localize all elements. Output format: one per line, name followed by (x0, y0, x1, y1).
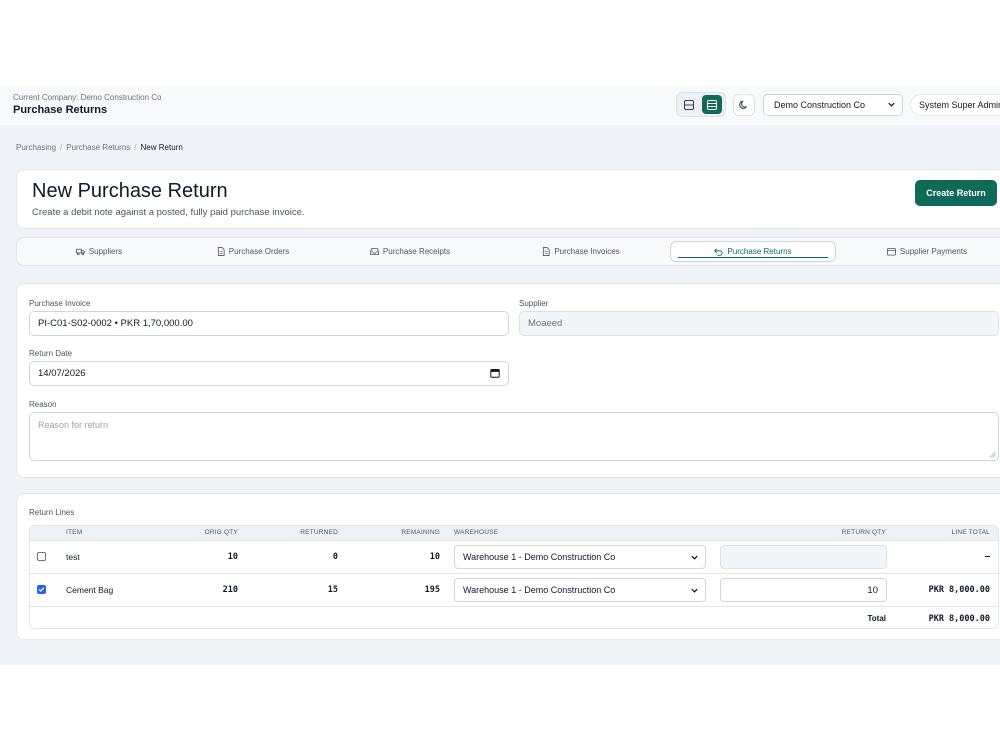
purchase-invoice-select[interactable]: PI-C01-S02-0002 • PKR 1,70,000.00 (29, 311, 509, 336)
tab-purchase-receipts[interactable]: Purchase Receipts (333, 241, 487, 262)
layout-list-icon[interactable] (702, 95, 722, 114)
return-details-card: Purchase Invoice PI-C01-S02-0002 • PKR 1… (16, 283, 1000, 478)
wallet-icon (886, 247, 896, 256)
document-icon (217, 247, 225, 256)
checkmark-icon (38, 587, 45, 593)
user-name: System Super Admin (919, 100, 1000, 110)
undo-icon (714, 248, 724, 256)
top-bar: Current Company: Demo Construction Co Pu… (0, 85, 1000, 125)
line-total: PKR 8,000.00 (928, 585, 990, 595)
line-total: — (984, 552, 990, 562)
calendar-icon[interactable] (490, 368, 500, 378)
return-qty-input[interactable] (720, 545, 887, 569)
view-toggle (676, 92, 726, 117)
company-select-value: Demo Construction Co (774, 100, 866, 110)
document-icon (543, 247, 550, 256)
tab-suppliers[interactable]: Suppliers (29, 241, 169, 262)
section-title: Purchase Returns (13, 104, 108, 116)
user-menu[interactable]: System Super Admin (910, 94, 1000, 116)
tab-label: Purchase Receipts (382, 247, 451, 256)
resize-grip-icon[interactable] (989, 451, 996, 458)
warehouse-value: Warehouse 1 - Demo Construction Co (463, 552, 616, 562)
tab-purchase-orders[interactable]: Purchase Orders (173, 241, 333, 262)
layout-rows-icon[interactable] (679, 95, 699, 114)
total-value: PKR 8,000.00 (928, 614, 990, 624)
total-row: Total PKR 8,000.00 (30, 607, 998, 628)
total-label: Total (867, 614, 886, 623)
return-lines-title: Return Lines (29, 508, 75, 517)
return-date-label: Return Date (29, 349, 73, 358)
remaining-qty: 10 (429, 552, 440, 562)
row-select-checkbox[interactable] (37, 552, 46, 561)
column-warehouse: WAREHOUSE (454, 529, 499, 536)
tab-label: Supplier Payments (899, 247, 968, 256)
tab-purchase-invoices[interactable]: Purchase Invoices (503, 241, 659, 262)
item-name: Cement Bag (66, 585, 114, 595)
active-tab-indicator (678, 257, 828, 258)
table-header: ITEM ORIG QTY RETURNED REMAINING WAREHOU… (30, 526, 998, 541)
return-lines-card: Return Lines ITEM ORIG QTY RETURNED REMA… (16, 493, 1000, 640)
reason-placeholder: Reason for return (38, 420, 109, 430)
return-qty-input[interactable]: 10 (720, 578, 887, 602)
inbox-icon (369, 247, 379, 256)
tab-label: Suppliers (88, 247, 123, 256)
supplier-field: Moaeed (519, 311, 999, 336)
orig-qty: 210 (222, 585, 238, 595)
row-select-checkbox[interactable] (37, 585, 46, 594)
purchase-invoice-label: Purchase Invoice (29, 299, 91, 308)
page-title: New Purchase Return (32, 180, 228, 202)
returned-qty: 0 (332, 552, 338, 562)
warehouse-value: Warehouse 1 - Demo Construction Co (463, 585, 616, 595)
column-item: ITEM (66, 529, 83, 536)
breadcrumb-purchasing[interactable]: Purchasing (16, 143, 56, 152)
return-lines-table: ITEM ORIG QTY RETURNED REMAINING WAREHOU… (29, 525, 999, 629)
column-line-total: LINE TOTAL (951, 529, 990, 536)
reason-textarea[interactable]: Reason for return (29, 412, 999, 461)
create-return-button[interactable]: Create Return (915, 180, 997, 206)
supplier-label: Supplier (519, 299, 549, 308)
breadcrumb: Purchasing / Purchase Returns / New Return (16, 143, 183, 152)
column-return-qty: RETURN QTY (841, 529, 886, 536)
returned-qty: 15 (327, 585, 338, 595)
truck-icon (75, 248, 85, 256)
page-subtitle: Create a debit note against a posted, fu… (32, 207, 305, 218)
column-orig-qty: ORIG QTY (204, 529, 238, 536)
tab-supplier-payments[interactable]: Supplier Payments (847, 241, 1000, 262)
remaining-qty: 195 (424, 585, 440, 595)
chevron-down-icon (691, 555, 698, 560)
chevron-down-icon (888, 102, 895, 107)
reason-label: Reason (29, 400, 57, 409)
page-header-card: New Purchase Return Create a debit note … (16, 169, 1000, 229)
current-company-label: Current Company: Demo Construction Co (13, 93, 162, 102)
column-remaining: REMAINING (401, 529, 440, 536)
breadcrumb-current: New Return (140, 143, 183, 152)
breadcrumb-purchase-returns[interactable]: Purchase Returns (66, 143, 130, 152)
return-date-value: 14/07/2026 (38, 368, 86, 379)
company-select[interactable]: Demo Construction Co (763, 94, 903, 116)
table-row: test 10 0 10 Warehouse 1 - Demo Construc… (30, 541, 998, 574)
chevron-down-icon (691, 588, 698, 593)
return-date-input[interactable]: 14/07/2026 (29, 361, 509, 386)
tab-purchase-returns[interactable]: Purchase Returns (670, 241, 836, 262)
tab-label: Purchase Returns (727, 247, 792, 256)
tab-label: Purchase Orders (228, 247, 290, 256)
column-returned: RETURNED (300, 529, 338, 536)
warehouse-select[interactable]: Warehouse 1 - Demo Construction Co (454, 578, 706, 602)
orig-qty: 10 (227, 552, 238, 562)
moon-icon[interactable] (733, 94, 755, 116)
app-viewport: Current Company: Demo Construction Co Pu… (0, 85, 1000, 665)
warehouse-select[interactable]: Warehouse 1 - Demo Construction Co (454, 545, 706, 569)
table-row: Cement Bag 210 15 195 Warehouse 1 - Demo… (30, 574, 998, 607)
tab-label: Purchase Invoices (554, 247, 620, 256)
module-tabs: Suppliers Purchase Orders Purchase Recei… (16, 237, 1000, 266)
item-name: test (66, 552, 80, 562)
